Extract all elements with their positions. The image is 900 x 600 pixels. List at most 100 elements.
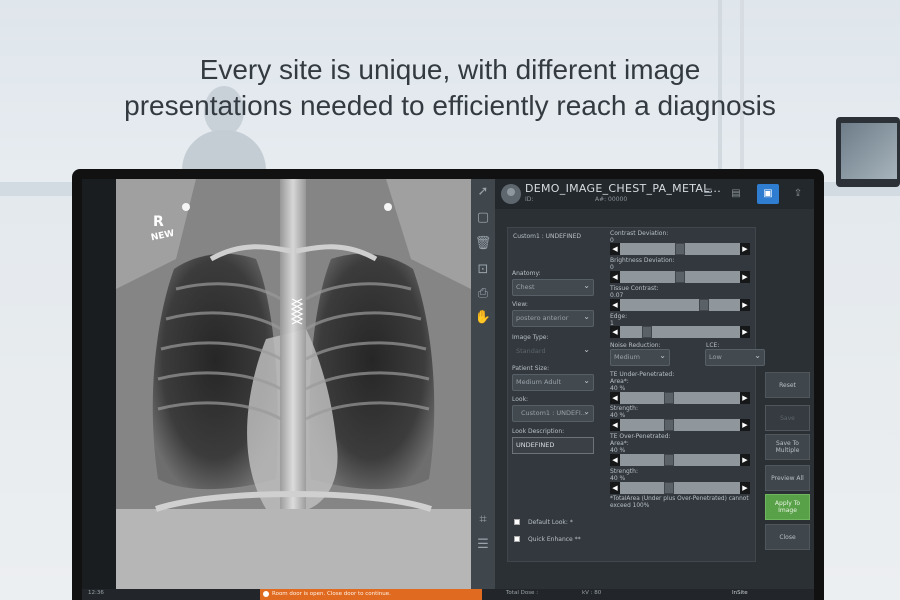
te-under-area-label: Area*: — [610, 378, 629, 385]
cursor-icon[interactable]: ➚ — [474, 183, 492, 201]
noise-reduction-dropdown[interactable]: Medium — [610, 348, 670, 366]
apply-to-image-button[interactable]: Apply To Image — [765, 494, 810, 520]
patient-size-label: Patient Size: — [512, 365, 550, 372]
slider-left-arrow-icon[interactable]: ◀ — [610, 299, 620, 311]
te-over-strength-slider[interactable]: ◀ ▶ — [610, 482, 750, 494]
brightness-deviation-slider[interactable]: ◀ ▶ — [610, 271, 750, 283]
brightness-deviation-value: 0 — [610, 264, 614, 271]
insite-button[interactable]: InSite — [732, 590, 748, 596]
te-under-strength-value: 40 % — [610, 412, 626, 419]
list-icon[interactable]: ☰ — [697, 184, 719, 204]
slider-left-arrow-icon[interactable]: ◀ — [610, 243, 620, 255]
slider-thumb[interactable] — [675, 243, 685, 255]
edge-label: Edge: — [610, 313, 628, 320]
te-over-area-label: Area*: — [610, 440, 629, 447]
anatomy-label: Anatomy: — [512, 270, 541, 277]
slider-right-arrow-icon[interactable]: ▶ — [740, 271, 750, 283]
default-look-checkbox[interactable] — [514, 519, 520, 525]
select-box-icon[interactable]: ▢ — [474, 209, 492, 227]
patient-size-dropdown[interactable]: Medium Adult — [512, 373, 594, 391]
image-id-label: ID: — [525, 196, 534, 203]
background-monitor — [836, 117, 900, 187]
slider-left-arrow-icon[interactable]: ◀ — [610, 271, 620, 283]
warning-icon — [263, 591, 269, 597]
te-under-area-slider[interactable]: ◀ ▶ — [610, 392, 750, 404]
image-type-label: Image Type: — [512, 334, 549, 341]
status-time: 12:36 — [88, 590, 104, 596]
tissue-contrast-slider[interactable]: ◀ ▶ — [610, 299, 750, 311]
image-processing-panel: DEMO_IMAGE_CHEST_PA_METAL... ID: A#: 000… — [495, 179, 814, 600]
look-description-label: Look Description: — [512, 428, 565, 435]
slider-left-arrow-icon[interactable]: ◀ — [610, 392, 620, 404]
slider-right-arrow-icon[interactable]: ▶ — [740, 326, 750, 338]
noise-reduction-label: Noise Reduction: — [610, 342, 661, 349]
chest-xray-image[interactable]: R NEW — [116, 179, 471, 589]
te-over-strength-label: Strength: — [610, 468, 638, 475]
te-over-strength-value: 40 % — [610, 475, 626, 482]
total-dose: Total Dose : — [506, 590, 539, 596]
headline: Every site is unique, with different ima… — [0, 52, 900, 124]
view-label: View: — [512, 301, 528, 308]
status-bar: 12:36 Room door is open. Close door to c… — [82, 589, 814, 600]
workstation-screen: R NEW ➚ ▢ 🗑 ⊡ ⎙ ✋ ⌗ ☰ DEMO_IMAGE_CHEST_P… — [82, 179, 814, 600]
lce-label: LCE: — [706, 342, 720, 349]
trash-icon[interactable]: 🗑 — [474, 235, 492, 253]
view-dropdown[interactable]: postero anterior — [512, 309, 594, 327]
slider-thumb[interactable] — [675, 271, 685, 283]
hand-icon[interactable]: ✋ — [474, 309, 492, 327]
marker-side: R — [153, 214, 164, 230]
slider-left-arrow-icon[interactable]: ◀ — [610, 454, 620, 466]
slider-thumb[interactable] — [664, 454, 674, 466]
te-over-area-slider[interactable]: ◀ ▶ — [610, 454, 750, 466]
look-settings: Custom1 : UNDEFINED Anatomy: Chest View:… — [507, 227, 765, 562]
monitor: R NEW ➚ ▢ 🗑 ⊡ ⎙ ✋ ⌗ ☰ DEMO_IMAGE_CHEST_P… — [72, 169, 824, 600]
anatomy-dropdown[interactable]: Chest — [512, 278, 594, 296]
look-dropdown[interactable]: Custom1 : UNDEFI... — [512, 404, 594, 422]
quick-enhance-checkbox[interactable] — [514, 536, 520, 542]
headline-line-2: presentations needed to efficiently reac… — [124, 90, 776, 121]
slider-thumb[interactable] — [664, 392, 674, 404]
slider-right-arrow-icon[interactable]: ▶ — [740, 299, 750, 311]
worklist-icon[interactable]: ▤ — [725, 184, 747, 204]
close-button[interactable]: Close — [765, 524, 810, 550]
te-under-area-value: 40 % — [610, 385, 626, 392]
lce-dropdown[interactable]: Low — [705, 348, 765, 366]
door-warning-banner: Room door is open. Close door to continu… — [260, 589, 482, 600]
slider-right-arrow-icon[interactable]: ▶ — [740, 392, 750, 404]
contrast-deviation-label: Contrast Deviation: — [610, 230, 669, 237]
slider-left-arrow-icon[interactable]: ◀ — [610, 419, 620, 431]
checklist-icon[interactable]: ☰ — [474, 536, 492, 554]
user-scan-icon[interactable]: ⊡ — [474, 261, 492, 279]
brightness-deviation-label: Brightness Deviation: — [610, 257, 675, 264]
save-to-multiple-button[interactable]: Save To Multiple — [765, 434, 810, 460]
total-area-note: *TotalArea (Under plus Over-Penetrated) … — [610, 496, 749, 509]
xray-side-marker: R NEW — [150, 214, 175, 243]
te-under-strength-slider[interactable]: ◀ ▶ — [610, 419, 750, 431]
print-icon[interactable]: ⎙ — [474, 285, 492, 303]
patient-icon — [501, 184, 521, 204]
slider-thumb[interactable] — [664, 419, 674, 431]
tissue-contrast-value: 0.07 — [610, 292, 624, 299]
slider-left-arrow-icon[interactable]: ◀ — [610, 326, 620, 338]
door-warning-text: Room door is open. Close door to continu… — [272, 591, 391, 597]
slider-right-arrow-icon[interactable]: ▶ — [740, 419, 750, 431]
edge-slider[interactable]: ◀ ▶ — [610, 326, 750, 338]
kv-readout: kV : 80 — [582, 590, 602, 596]
image-type-dropdown: Standard — [512, 342, 594, 360]
tissue-contrast-label: Tissue Contrast: — [610, 285, 659, 292]
slider-thumb[interactable] — [699, 299, 709, 311]
default-look-label: Default Look: * — [528, 519, 573, 526]
slider-right-arrow-icon[interactable]: ▶ — [740, 482, 750, 494]
slider-right-arrow-icon[interactable]: ▶ — [740, 243, 750, 255]
accession-label: A#: 00000 — [595, 196, 628, 203]
slider-left-arrow-icon[interactable]: ◀ — [610, 482, 620, 494]
crop-icon[interactable]: ⌗ — [474, 511, 492, 529]
look-description-field[interactable]: UNDEFINED — [512, 437, 594, 454]
slider-right-arrow-icon[interactable]: ▶ — [740, 454, 750, 466]
slider-thumb[interactable] — [664, 482, 674, 494]
reset-button[interactable]: Reset — [765, 372, 810, 398]
slider-thumb[interactable] — [642, 326, 652, 338]
contrast-deviation-slider[interactable]: ◀ ▶ — [610, 243, 750, 255]
image-title: DEMO_IMAGE_CHEST_PA_METAL... — [525, 182, 722, 195]
preview-all-button[interactable]: Preview All — [765, 465, 810, 491]
